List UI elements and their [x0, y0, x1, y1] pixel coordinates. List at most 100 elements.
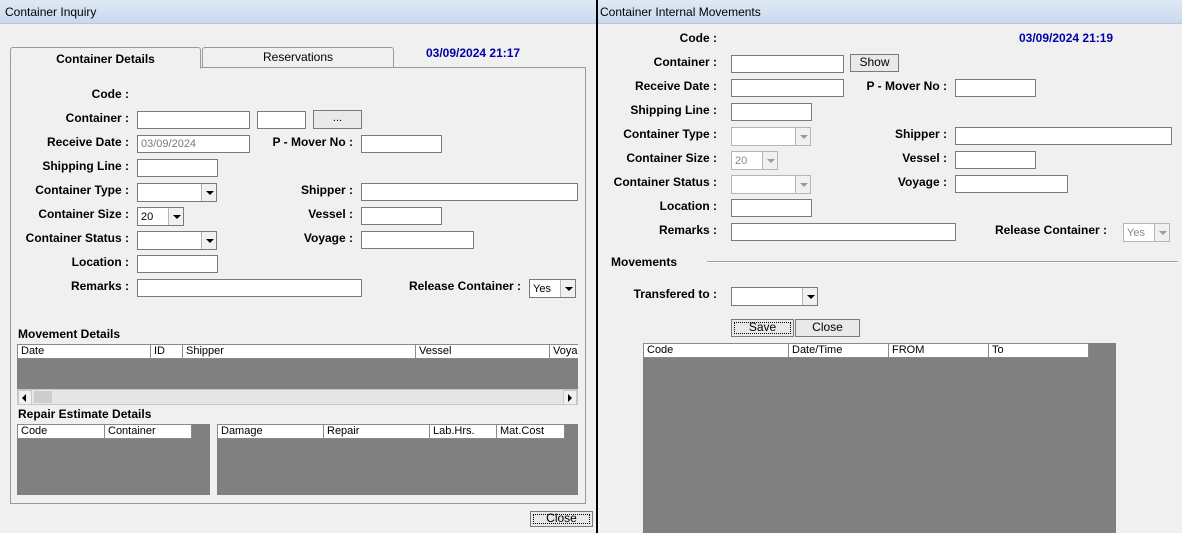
voyage-input[interactable] [955, 175, 1068, 193]
column-header[interactable]: Code [17, 424, 105, 439]
column-header[interactable]: To [989, 343, 1089, 358]
movements-grid[interactable]: Code Date/Time FROM To [643, 343, 1116, 533]
release-container-label: Release Container : [994, 223, 1107, 237]
pmover-input[interactable] [361, 135, 442, 153]
release-container-value: Yes [533, 283, 551, 295]
container-check-input[interactable] [257, 111, 306, 129]
container-type-select[interactable] [137, 183, 217, 202]
column-header[interactable]: Voya [550, 344, 578, 359]
repair-estimate-grid-right[interactable]: Damage Repair Lab.Hrs. Mat.Cost [217, 424, 578, 495]
window-title: Container Internal Movements [600, 5, 761, 19]
chevron-down-icon [795, 176, 810, 193]
shipper-label: Shipper : [894, 127, 947, 141]
repair-estimate-title: Repair Estimate Details [18, 407, 152, 421]
scroll-thumb[interactable] [34, 391, 52, 403]
container-type-label: Container Type : [623, 127, 717, 141]
save-button[interactable]: Save [731, 319, 794, 337]
container-input[interactable] [731, 55, 844, 73]
scroll-left-button[interactable] [18, 390, 32, 405]
browse-button[interactable]: ... [313, 110, 362, 129]
container-label: Container : [653, 55, 717, 69]
release-container-value: Yes [1127, 227, 1145, 239]
shipper-label: Shipper : [300, 183, 353, 197]
vessel-input[interactable] [955, 151, 1036, 169]
column-header[interactable]: Damage [217, 424, 324, 439]
show-button[interactable]: Show [850, 54, 899, 72]
shipper-input[interactable] [955, 127, 1172, 145]
column-header[interactable]: Lab.Hrs. [430, 424, 497, 439]
shipper-input[interactable] [361, 183, 578, 201]
tab-container-details[interactable]: Container Details [10, 47, 201, 69]
column-header[interactable]: Code [643, 343, 789, 358]
vessel-label: Vessel : [902, 151, 947, 165]
voyage-label: Voyage : [897, 175, 947, 189]
release-container-select[interactable]: Yes [1123, 223, 1170, 242]
container-size-label: Container Size : [38, 207, 129, 221]
datetime-display: 03/09/2024 21:17 [426, 46, 521, 60]
tab-reservations[interactable]: Reservations [202, 47, 394, 67]
shipping-line-input[interactable] [137, 159, 218, 177]
voyage-label: Voyage : [303, 231, 353, 245]
receive-date-label: Receive Date : [46, 135, 129, 149]
close-button[interactable]: Close [795, 319, 860, 337]
container-inquiry-window: Container Inquiry Container Details Rese… [0, 0, 596, 533]
vessel-label: Vessel : [308, 207, 353, 221]
receive-date-input[interactable]: 03/09/2024 [137, 135, 250, 153]
remarks-label: Remarks : [70, 279, 129, 293]
horizontal-scrollbar[interactable] [17, 389, 578, 405]
movement-details-grid[interactable]: Date ID Shipper Vessel Voya [17, 344, 578, 389]
chevron-down-icon [168, 208, 183, 225]
column-header[interactable]: Vessel [416, 344, 550, 359]
location-label: Location : [659, 199, 717, 213]
chevron-down-icon [201, 232, 216, 249]
remarks-label: Remarks : [658, 223, 717, 237]
column-header[interactable]: Repair [324, 424, 430, 439]
column-header[interactable]: FROM [889, 343, 989, 358]
column-header[interactable]: ID [151, 344, 183, 359]
container-status-label: Container Status : [613, 175, 717, 189]
scroll-right-button[interactable] [563, 390, 577, 405]
remarks-input[interactable] [137, 279, 362, 297]
column-header[interactable]: Date [17, 344, 151, 359]
container-size-select[interactable]: 20 [731, 151, 778, 170]
repair-estimate-grid-left[interactable]: Code Container [17, 424, 210, 495]
location-input[interactable] [137, 255, 218, 273]
transfered-to-select[interactable] [731, 287, 818, 306]
pmover-label: P - Mover No : [272, 135, 353, 149]
container-size-select[interactable]: 20 [137, 207, 184, 226]
container-status-select[interactable] [137, 231, 217, 250]
close-button[interactable]: Close [530, 511, 593, 527]
receive-date-input[interactable] [731, 79, 844, 97]
container-input[interactable] [137, 111, 250, 129]
chevron-down-icon [802, 288, 817, 305]
container-label: Container : [65, 111, 129, 125]
container-status-select[interactable] [731, 175, 811, 194]
shipping-line-label: Shipping Line : [42, 159, 129, 173]
container-status-label: Container Status : [25, 231, 129, 245]
container-size-value: 20 [735, 155, 748, 167]
voyage-input[interactable] [361, 231, 474, 249]
column-header[interactable]: Shipper [183, 344, 416, 359]
release-container-select[interactable]: Yes [529, 279, 576, 298]
column-header[interactable]: Date/Time [789, 343, 889, 358]
release-container-label: Release Container : [408, 279, 521, 293]
pmover-input[interactable] [955, 79, 1036, 97]
chevron-down-icon [762, 152, 777, 169]
vessel-input[interactable] [361, 207, 442, 225]
shipping-line-label: Shipping Line : [630, 103, 717, 117]
transfered-to-label: Transfered to : [633, 287, 717, 301]
code-label: Code : [91, 87, 129, 101]
chevron-down-icon [560, 280, 575, 297]
container-type-select[interactable] [731, 127, 811, 146]
movements-title: Movements [611, 255, 678, 269]
location-input[interactable] [731, 199, 812, 217]
column-header[interactable]: Container [105, 424, 192, 439]
container-type-label: Container Type : [35, 183, 129, 197]
remarks-input[interactable] [731, 223, 956, 241]
column-header[interactable]: Mat.Cost [497, 424, 565, 439]
window-title: Container Inquiry [5, 5, 97, 19]
container-internal-movements-window: Container Internal Movements Code : 03/0… [598, 0, 1182, 533]
pmover-label: P - Mover No : [866, 79, 947, 93]
shipping-line-input[interactable] [731, 103, 812, 121]
movements-divider [707, 261, 1178, 263]
